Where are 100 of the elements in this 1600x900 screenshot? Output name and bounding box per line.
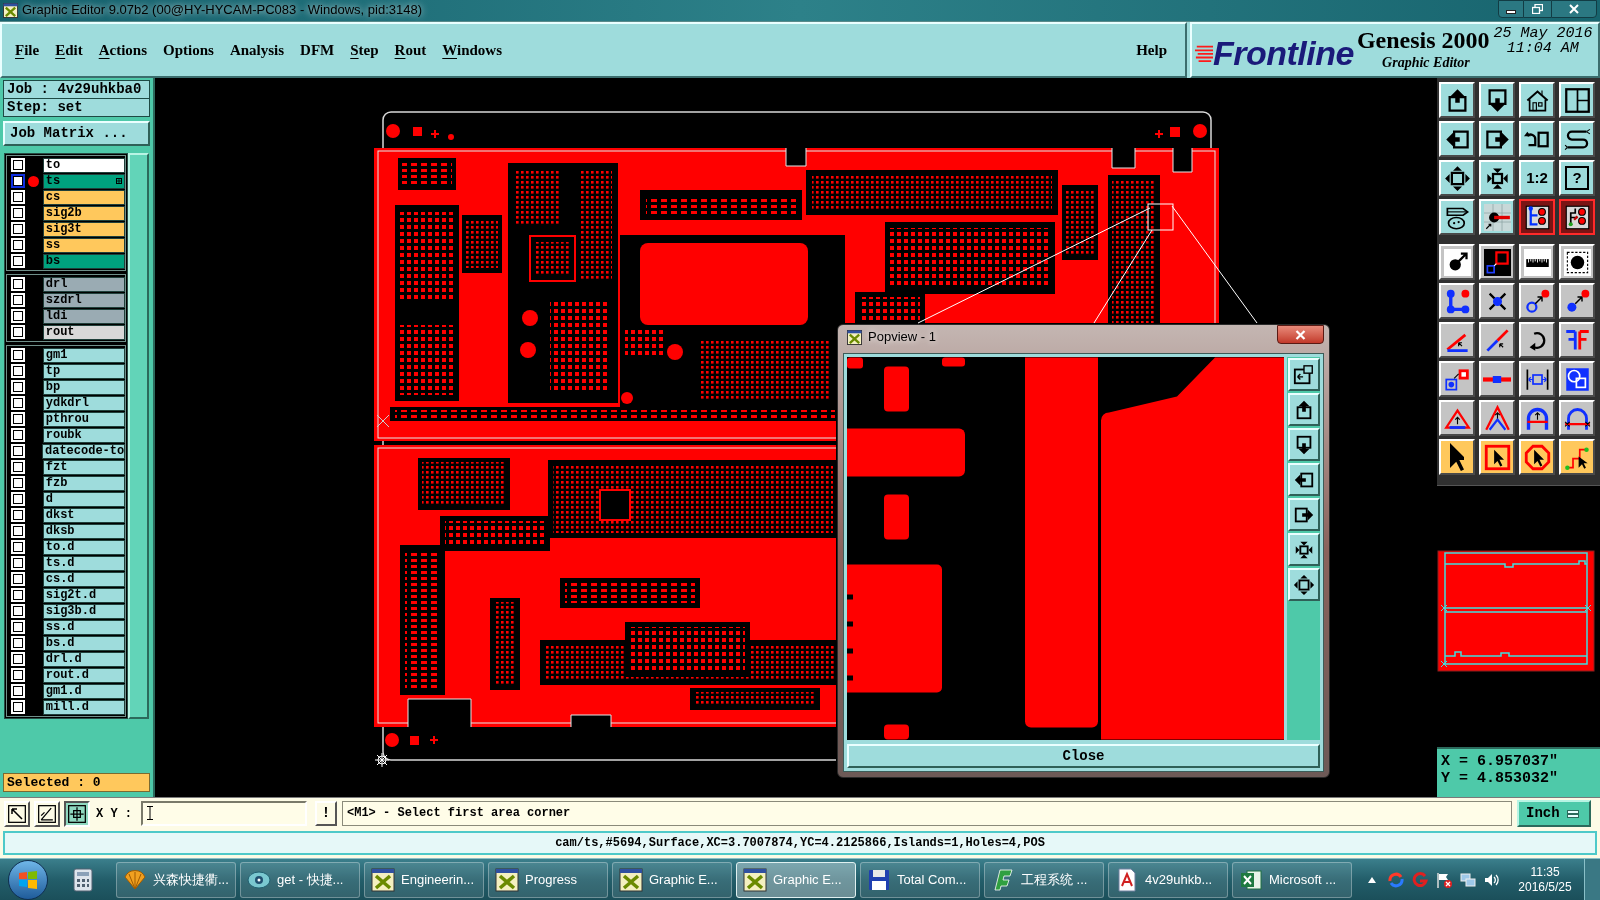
taskbar-item[interactable]: Microsoft ... [1232,861,1352,898]
taskbar-item[interactable]: Total Com... [860,861,980,898]
flag-icon[interactable] [1436,871,1452,888]
layer-name[interactable]: gm1 [42,347,125,363]
layer-name[interactable]: ts [42,173,125,189]
minimize-button[interactable] [1498,0,1524,18]
layer-checkbox[interactable] [13,382,23,392]
start-button[interactable] [8,859,48,900]
layer-checkbox[interactable] [13,542,23,552]
layer-checkbox[interactable] [13,590,23,600]
clock-date[interactable]: 2016/5/25 [1518,879,1572,895]
xy-input-field[interactable] [141,801,307,826]
caret-up-icon[interactable] [1368,876,1376,883]
units-button[interactable]: Inch [1517,800,1591,827]
taskbar-item[interactable]: Progress [488,861,608,898]
layer-checkbox[interactable] [13,240,23,250]
menu-item[interactable]: Edit [52,38,86,62]
close-button[interactable] [1551,0,1597,18]
layer-name[interactable]: cs.d [42,571,125,587]
layer-checkbox[interactable] [13,279,23,289]
layer-name[interactable]: sig2t.d [42,587,125,603]
tool-button[interactable] [1559,199,1595,235]
layer-checkbox[interactable] [13,311,23,321]
layer-checkbox[interactable] [13,526,23,536]
menu-item[interactable]: Windows [439,38,506,62]
layer-name[interactable]: sig3b.d [42,603,125,619]
layer-name[interactable]: ts.d [42,555,125,571]
layer-checkbox[interactable] [13,160,23,170]
layer-name[interactable]: dkst [42,507,125,523]
layer-name[interactable]: rout.d [42,667,125,683]
layer-name[interactable]: sig3t [42,221,125,237]
layer-name[interactable]: ss [42,237,125,253]
taskbar-item[interactable]: Engineerin... [364,861,484,898]
tool-button[interactable]: 1:2 [1519,160,1555,196]
layer-checkbox[interactable] [13,478,23,488]
layer-checkbox[interactable] [13,256,23,266]
taskbar-item[interactable]: 4v29uhkb... [1108,861,1228,898]
execute-button[interactable]: ! [315,801,337,826]
tool-button[interactable] [64,800,90,827]
layer-name[interactable]: dksb [42,523,125,539]
layer-checkbox[interactable] [13,430,23,440]
menu-item[interactable]: DFM [297,38,338,62]
layer-name[interactable]: tp [42,363,125,379]
layer-checkbox[interactable] [13,462,23,472]
menu-item[interactable]: Actions [95,38,151,62]
taskbar-item[interactable]: get - 快捷... [240,861,360,898]
layer-name[interactable]: ss.d [42,619,125,635]
layer-checkbox[interactable] [13,366,23,376]
layer-name[interactable]: d [42,491,125,507]
popview-tool-button[interactable] [1287,358,1320,391]
network-icon[interactable] [1460,871,1476,888]
layer-name[interactable]: to.d [42,539,125,555]
popview-tool-button[interactable] [1287,393,1320,426]
close-button[interactable] [1277,325,1324,344]
layer-checkbox[interactable] [13,224,23,234]
layer-checkbox[interactable] [13,192,23,202]
layer-name[interactable]: datecode-to [42,443,125,459]
layer-checkbox[interactable] [13,574,23,584]
layer-checkbox[interactable] [13,446,23,456]
layer-name[interactable]: fzt [42,459,125,475]
taskbar-item[interactable]: 兴森快捷衢... [116,861,236,898]
layer-checkbox[interactable] [13,398,23,408]
layer-name[interactable]: to [42,157,125,173]
taskbar-item[interactable]: Graphic E... [612,861,732,898]
layer-checkbox[interactable] [13,327,23,337]
layer-checkbox[interactable] [13,510,23,520]
layer-name[interactable]: bp [42,379,125,395]
layer-name[interactable]: pthrou [42,411,125,427]
layer-name[interactable]: szdrl [42,292,125,308]
menu-item[interactable]: Rout [391,38,430,62]
popview-tool-button[interactable] [1287,533,1320,566]
layer-name[interactable]: sig2b [42,205,125,221]
layer-checkbox[interactable] [13,670,23,680]
menu-item[interactable]: Options [160,38,217,62]
layer-checkbox[interactable] [13,295,23,305]
popview-tool-button[interactable] [1287,463,1320,496]
popview-tool-button[interactable] [1287,428,1320,461]
restore-button[interactable] [1524,0,1551,18]
menu-item[interactable]: Analysis [226,38,288,62]
layer-checkbox[interactable] [13,654,23,664]
layer-checkbox[interactable] [13,176,23,186]
layer-checkbox[interactable] [13,622,23,632]
layer-name[interactable]: drl.d [42,651,125,667]
layer-name[interactable]: bs.d [42,635,125,651]
close-button[interactable]: Close [847,744,1320,768]
layer-checkbox[interactable] [13,638,23,648]
popview-tool-button[interactable] [1287,498,1320,531]
taskbar-item[interactable]: 工程系统 ... [984,861,1104,898]
clock-time[interactable]: 11:35 [1530,864,1560,880]
layer-checkbox[interactable] [13,606,23,616]
layer-checkbox[interactable] [13,558,23,568]
menu-item[interactable]: Step [347,38,382,62]
layer-name[interactable]: ldi [42,308,125,324]
layer-name[interactable]: fzb [42,475,125,491]
layer-checkbox[interactable] [13,414,23,424]
layer-checkbox[interactable] [13,494,23,504]
menu-item[interactable]: File [12,38,43,62]
layer-name[interactable]: rout [42,324,125,340]
layer-checkbox[interactable] [13,208,23,218]
job-matrix-button[interactable]: Job Matrix ... [3,121,150,146]
